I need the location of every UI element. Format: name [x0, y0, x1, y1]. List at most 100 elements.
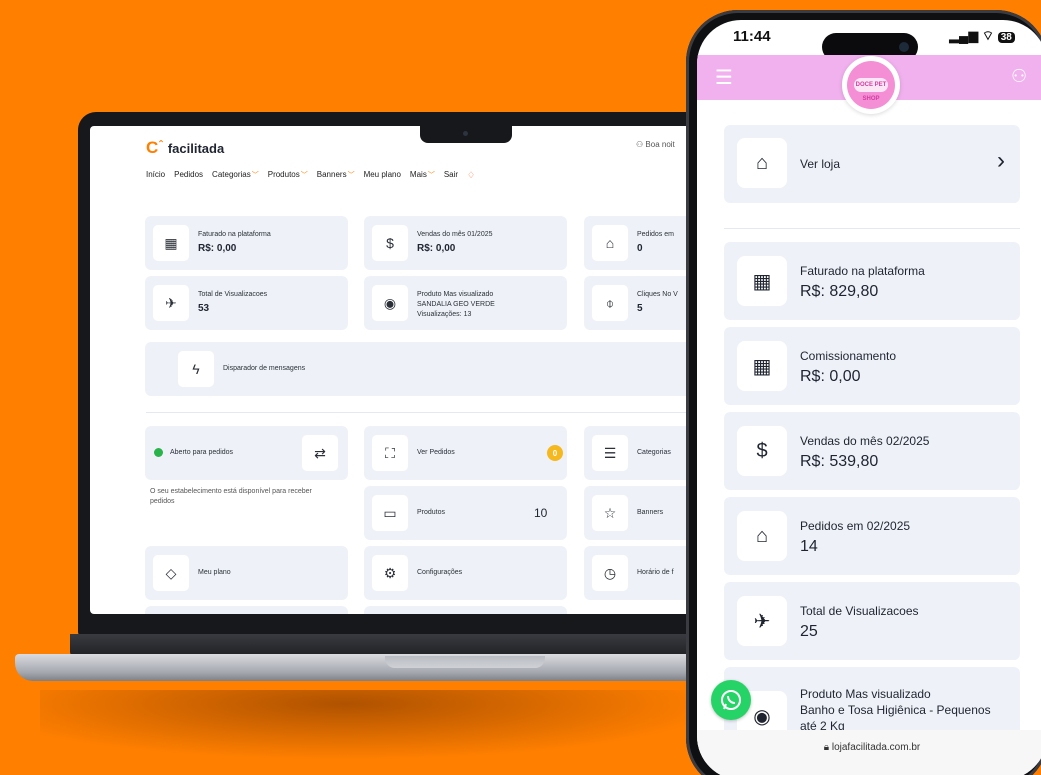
- greeting-text: Boa noit: [645, 140, 675, 149]
- laptop-screen: C⌃ facilitada ⚇ Boa noit Início Pedidos …: [90, 126, 710, 614]
- vendas-value: R$: 539,80: [800, 453, 879, 470]
- user-icon: ⚇: [1011, 66, 1028, 86]
- pedidos-label: Pedidos em: [637, 231, 674, 238]
- shuffle-icon: ⇄: [314, 444, 326, 461]
- ver-pedidos-label: Ver Pedidos: [417, 449, 455, 456]
- gear-icon: ⚙: [372, 555, 408, 591]
- chevron-down-icon: ﹀: [300, 172, 308, 179]
- home-icon: ⌂: [737, 138, 787, 188]
- nav-item-banners[interactable]: Banners﹀: [317, 170, 355, 181]
- url-value: lojafacilitada.com.br: [831, 742, 921, 753]
- comissionamento-card: ▦ Comissionamento R$: 0,00: [724, 327, 1020, 405]
- laptop-hinge: [70, 634, 730, 656]
- faturado-card: ▦ Faturado na plataforma R$: 829,80: [724, 242, 1020, 320]
- produtos-card[interactable]: ▭ Produtos 10: [364, 486, 567, 540]
- produto-mais-label: Produto Mas visualizado: [417, 291, 494, 298]
- nav-item-inicio[interactable]: Início: [146, 170, 165, 181]
- dollar-icon: $: [372, 225, 408, 261]
- pending-orders-badge: 0: [547, 445, 563, 461]
- browser-url-bar[interactable]: 🔒︎ lojafacilitada.com.br: [697, 730, 1041, 775]
- produto-mais-label: Produto Mas visualizado: [800, 687, 931, 701]
- aberto-card: Aberto para pedidos ⇄: [145, 426, 348, 480]
- produto-mais-name: SANDALIA GEO VERDE: [417, 301, 495, 308]
- wifi-icon: ⌔: [981, 28, 995, 43]
- produto-mais-views: Visualizações: 13: [417, 311, 472, 318]
- visualizacoes-value: 53: [198, 303, 210, 314]
- battery-icon: 38: [997, 32, 1015, 43]
- comissionamento-label: Comissionamento: [800, 349, 897, 363]
- logo-text: facilitada: [167, 140, 225, 156]
- faturado-label: Faturado na plataforma: [800, 264, 925, 278]
- nav-item-categorias[interactable]: Categorias﹀: [212, 170, 259, 181]
- vendas-card: $ Vendas do mês 02/2025 R$: 539,80: [724, 412, 1020, 490]
- cliques-label: Cliques No V: [637, 291, 678, 298]
- faturado-card: ▦ Faturado na plataforma R$: 0,00: [145, 216, 348, 270]
- user-icon: ⚇: [636, 140, 644, 149]
- vendas-value: R$: 0,00: [417, 243, 456, 254]
- produto-mais-card: ◉ Produto Mas visualizado Banho e Tosa H…: [724, 667, 1020, 741]
- diamond-icon: ◇: [153, 555, 189, 591]
- partial-card: [145, 606, 348, 614]
- vendas-label: Vendas do mês 02/2025: [800, 434, 930, 448]
- facilitada-logo[interactable]: C⌃ facilitada: [146, 138, 224, 158]
- cliques-value: 5: [637, 303, 643, 314]
- grid-icon: ▦: [737, 256, 787, 306]
- greeting[interactable]: ⚇ Boa noit: [636, 140, 675, 149]
- main-nav: Início Pedidos Categorias﹀ Produtos﹀ Ban…: [146, 170, 475, 181]
- meu-plano-card[interactable]: ◇ Meu plano: [145, 546, 348, 600]
- dollar-icon: $: [737, 426, 787, 476]
- laptop-groove: [385, 656, 545, 668]
- star-icon: ☆: [592, 495, 628, 531]
- laptop-shadow: [40, 690, 720, 760]
- nav-item-mais[interactable]: Mais﹀: [410, 170, 435, 181]
- ver-loja-label: Ver loja: [800, 157, 841, 171]
- hamburger-menu-button[interactable]: ☰: [715, 68, 733, 88]
- visualizacoes-value: 25: [800, 623, 818, 640]
- store-logo[interactable]: DOCE PET SHOP: [842, 56, 900, 114]
- status-icons: ▂▄▆ ⌔ 38: [949, 28, 1015, 44]
- configuracoes-label: Configurações: [417, 569, 463, 576]
- nav-item-sair[interactable]: Sair: [444, 170, 458, 181]
- list-icon: ☰: [592, 435, 628, 471]
- vendas-card: $ Vendas do mês 01/2025 R$: 0,00: [364, 216, 567, 270]
- mouse-icon: ⌽: [592, 285, 628, 321]
- nav-item-produtos-label: Produtos: [267, 170, 300, 179]
- shuffle-toggle-button[interactable]: ⇄: [302, 435, 338, 471]
- grid-icon: ▦: [153, 225, 189, 261]
- nav-item-banners-label: Banners: [316, 170, 347, 179]
- facilitada-logo-icon: C⌃: [146, 138, 165, 157]
- produtos-label: Produtos: [417, 509, 446, 516]
- faturado-label: Faturado na plataforma: [198, 231, 271, 238]
- chevron-down-icon: ﹀: [347, 172, 355, 179]
- faturado-value: R$: 829,80: [800, 283, 879, 300]
- whatsapp-button[interactable]: [711, 680, 751, 720]
- nav-item-pedidos[interactable]: Pedidos: [174, 170, 203, 181]
- bell-icon[interactable]: ♢: [467, 170, 475, 181]
- nav-item-produtos[interactable]: Produtos﹀: [268, 170, 308, 181]
- aberto-label: Aberto para pedidos: [170, 449, 234, 456]
- vendas-label: Vendas do mês 01/2025: [417, 231, 493, 238]
- ver-pedidos-card[interactable]: ⛶ Ver Pedidos 0: [364, 426, 567, 480]
- disparador-card[interactable]: ϟ Disparador de mensagens: [145, 342, 710, 396]
- status-time: 11:44: [733, 28, 771, 45]
- phone-screen: 11:44 ▂▄▆ ⌔ 38 ☰ ⚇ DOCE PET SHOP ⌂ Ver l…: [697, 20, 1041, 775]
- lock-icon: 🔒︎: [823, 742, 830, 753]
- configuracoes-card[interactable]: ⚙ Configurações: [364, 546, 567, 600]
- ver-loja-button[interactable]: ⌂ Ver loja ›: [724, 125, 1020, 203]
- nav-item-categorias-label: Categorias: [212, 170, 251, 179]
- orders-icon: ⛶: [372, 435, 408, 471]
- chevron-down-icon: ﹀: [251, 172, 259, 179]
- divider: [146, 412, 706, 413]
- disparador-label: Disparador de mensagens: [223, 365, 306, 372]
- lightning-icon: ϟ: [178, 351, 214, 387]
- nav-item-meu-plano[interactable]: Meu plano: [364, 170, 401, 181]
- store-icon: ⌂: [737, 511, 787, 561]
- profile-button[interactable]: ⚇: [1011, 66, 1027, 87]
- categorias-label: Categorias: [637, 449, 671, 456]
- faturado-value: R$: 0,00: [198, 243, 237, 254]
- box-icon: ▭: [372, 495, 408, 531]
- grid-icon: ▦: [737, 341, 787, 391]
- divider: [724, 228, 1020, 229]
- produto-mais-card: ◉ Produto Mas visualizado SANDALIA GEO V…: [364, 276, 567, 330]
- meu-plano-label: Meu plano: [198, 569, 231, 576]
